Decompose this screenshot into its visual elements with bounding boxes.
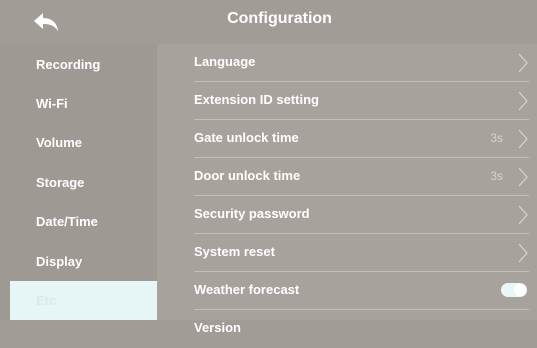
setting-label: Security password bbox=[194, 206, 310, 221]
setting-label: Version bbox=[194, 320, 241, 335]
top-bar: Configuration bbox=[0, 0, 537, 44]
chevron-right-icon bbox=[518, 129, 528, 149]
sidebar-item-volume[interactable]: Volume bbox=[10, 123, 157, 162]
setting-door-unlock-time[interactable]: Door unlock time 3s bbox=[194, 158, 529, 196]
chevron-right-icon bbox=[518, 243, 528, 263]
setting-value: 3s bbox=[490, 169, 503, 183]
setting-label: Door unlock time bbox=[194, 168, 301, 183]
setting-language[interactable]: Language bbox=[194, 44, 529, 82]
sidebar-item-date-time[interactable]: Date/Time bbox=[10, 202, 157, 241]
setting-label: Extension ID setting bbox=[194, 92, 319, 107]
setting-security-password[interactable]: Security password bbox=[194, 196, 529, 234]
setting-extension-id[interactable]: Extension ID setting bbox=[194, 82, 529, 120]
setting-label: System reset bbox=[194, 244, 275, 259]
sidebar-item-wifi[interactable]: Wi-Fi bbox=[10, 84, 157, 123]
setting-gate-unlock-time[interactable]: Gate unlock time 3s bbox=[194, 120, 529, 158]
sidebar-item-etc[interactable]: Etc bbox=[10, 281, 157, 320]
setting-label: Gate unlock time bbox=[194, 130, 299, 145]
setting-version[interactable]: Version bbox=[194, 310, 529, 348]
setting-label: Weather forecast bbox=[194, 282, 300, 297]
page-title: Configuration bbox=[227, 10, 332, 27]
chevron-right-icon bbox=[518, 167, 528, 187]
weather-forecast-toggle[interactable] bbox=[501, 283, 527, 297]
setting-system-reset[interactable]: System reset bbox=[194, 234, 529, 272]
setting-weather-forecast: Weather forecast bbox=[194, 272, 529, 310]
sidebar-item-storage[interactable]: Storage bbox=[10, 163, 157, 202]
chevron-right-icon bbox=[518, 53, 528, 73]
chevron-right-icon bbox=[518, 91, 528, 111]
chevron-right-icon bbox=[518, 205, 528, 225]
settings-panel: Language Extension ID setting Gate unloc… bbox=[157, 44, 537, 335]
toggle-knob bbox=[514, 284, 526, 296]
sidebar: Recording Wi-Fi Volume Storage Date/Time… bbox=[0, 44, 157, 320]
sidebar-item-display[interactable]: Display bbox=[10, 242, 157, 281]
setting-label: Language bbox=[194, 54, 256, 69]
sidebar-item-recording[interactable]: Recording bbox=[10, 45, 157, 84]
setting-value: 3s bbox=[490, 131, 503, 145]
